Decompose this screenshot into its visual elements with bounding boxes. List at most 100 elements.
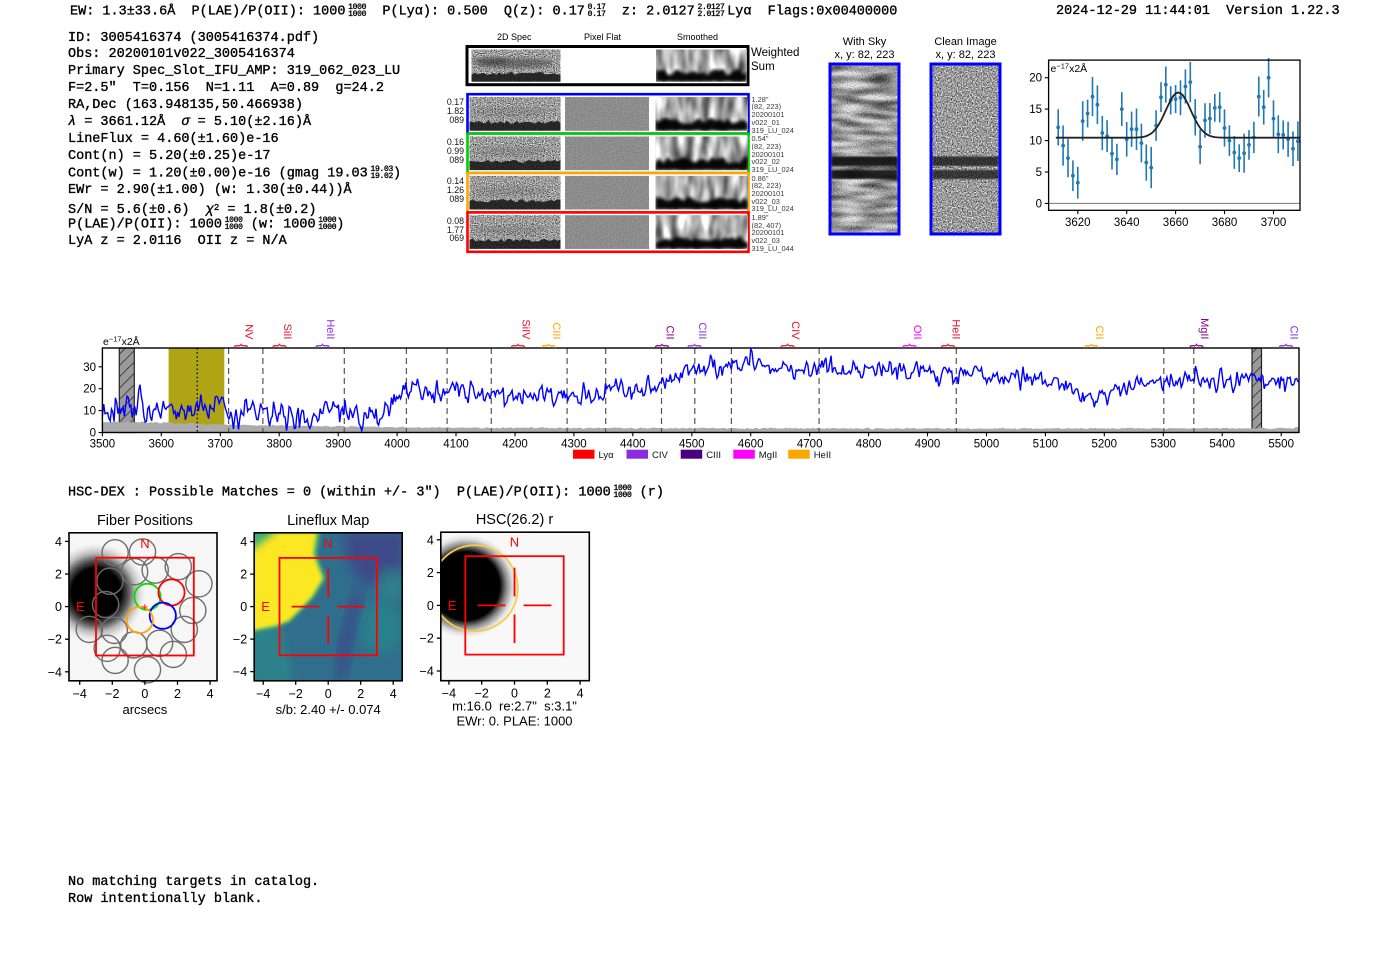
svg-text:−4: −4: [48, 665, 62, 679]
svg-text:3800: 3800: [266, 439, 292, 451]
svg-text:E: E: [261, 599, 270, 614]
svg-text:{: {: [686, 343, 702, 348]
svg-text:{: {: [1189, 343, 1205, 348]
svg-text:CII: CII: [1093, 325, 1105, 339]
svg-text:−2: −2: [289, 687, 303, 701]
svg-text:10: 10: [1029, 136, 1042, 148]
svg-text:−4: −4: [233, 665, 247, 679]
svg-text:HeII: HeII: [950, 319, 962, 339]
svg-text:5500: 5500: [1268, 439, 1294, 451]
svg-text:−2: −2: [233, 633, 247, 647]
svg-text:0: 0: [141, 687, 148, 701]
svg-text:{: {: [510, 343, 526, 348]
svg-text:2: 2: [174, 687, 181, 701]
svg-text:HeII: HeII: [324, 319, 336, 339]
svg-text:e−17x2Å: e−17x2Å: [1051, 62, 1088, 76]
svg-text:0: 0: [90, 428, 96, 440]
svg-text:4800: 4800: [856, 439, 882, 451]
svg-text:CIII: CIII: [696, 322, 708, 339]
svg-text:4100: 4100: [443, 439, 469, 451]
svg-text:e−17x2Å: e−17x2Å: [103, 335, 140, 349]
svg-text:3500: 3500: [90, 439, 116, 451]
svg-text:{: {: [1278, 343, 1294, 348]
svg-text:−4: −4: [256, 687, 270, 701]
svg-text:0: 0: [427, 599, 434, 613]
svg-text:m:16.0 re:2.7" s:3.1": m:16.0 re:2.7" s:3.1": [452, 699, 577, 714]
svg-text:N: N: [140, 536, 149, 551]
svg-text:CIII: CIII: [706, 450, 721, 461]
svg-text:4: 4: [207, 687, 214, 701]
svg-text:HSC(26.2) r: HSC(26.2) r: [476, 512, 554, 528]
svg-text:3600: 3600: [149, 439, 175, 451]
svg-text:3700: 3700: [1261, 217, 1287, 229]
svg-text:4500: 4500: [679, 439, 705, 451]
svg-text:+: +: [142, 602, 148, 614]
svg-text:4400: 4400: [620, 439, 646, 451]
svg-text:20: 20: [1029, 73, 1042, 85]
svg-text:5000: 5000: [974, 439, 1000, 451]
svg-text:−2: −2: [105, 687, 119, 701]
svg-text:30: 30: [83, 362, 96, 374]
svg-text:2: 2: [240, 568, 247, 582]
svg-text:4300: 4300: [561, 439, 587, 451]
svg-text:5100: 5100: [1033, 439, 1059, 451]
svg-text:HeII: HeII: [814, 450, 831, 461]
svg-text:20: 20: [83, 384, 96, 396]
svg-text:3660: 3660: [1163, 217, 1189, 229]
svg-text:4700: 4700: [797, 439, 823, 451]
svg-text:3900: 3900: [325, 439, 351, 451]
svg-text:4: 4: [577, 687, 584, 701]
svg-text:{: {: [541, 343, 557, 348]
svg-text:−4: −4: [420, 665, 434, 679]
svg-text:2: 2: [427, 566, 434, 580]
svg-text:10: 10: [83, 406, 96, 418]
svg-text:4600: 4600: [738, 439, 764, 451]
svg-text:−4: −4: [73, 687, 87, 701]
svg-text:5300: 5300: [1151, 439, 1177, 451]
svg-text:5400: 5400: [1209, 439, 1235, 451]
svg-text:{: {: [902, 343, 918, 348]
svg-text:{: {: [1084, 343, 1100, 348]
svg-text:arcsecs: arcsecs: [123, 702, 168, 717]
svg-text:4900: 4900: [915, 439, 941, 451]
svg-text:4000: 4000: [384, 439, 410, 451]
svg-text:2: 2: [55, 568, 62, 582]
svg-text:N: N: [510, 534, 519, 549]
svg-text:−2: −2: [420, 632, 434, 646]
svg-text:CIV: CIV: [789, 321, 801, 340]
svg-text:4: 4: [427, 533, 434, 547]
svg-text:N: N: [324, 536, 333, 551]
svg-text:4: 4: [390, 687, 397, 701]
svg-text:CII: CII: [1287, 325, 1299, 339]
svg-text:15: 15: [1029, 104, 1042, 116]
svg-text:4: 4: [240, 535, 247, 549]
svg-text:E: E: [448, 598, 457, 613]
svg-text:3700: 3700: [208, 439, 234, 451]
svg-text:E: E: [76, 599, 85, 614]
svg-text:NV: NV: [242, 324, 254, 340]
svg-text:MgII: MgII: [759, 450, 777, 461]
svg-text:4200: 4200: [502, 439, 528, 451]
svg-text:Lyα: Lyα: [599, 450, 615, 461]
svg-text:{: {: [940, 343, 956, 348]
svg-text:3680: 3680: [1212, 217, 1238, 229]
svg-text:−2: −2: [48, 633, 62, 647]
svg-text:3640: 3640: [1114, 217, 1140, 229]
svg-text:0: 0: [240, 600, 247, 614]
svg-text:CIV: CIV: [652, 450, 669, 461]
svg-text:0: 0: [325, 687, 332, 701]
svg-text:CII: CII: [663, 325, 675, 339]
svg-text:SiIV: SiIV: [520, 319, 532, 340]
svg-text:3620: 3620: [1065, 217, 1091, 229]
svg-text:0: 0: [1036, 198, 1042, 210]
svg-text:Fiber Positions: Fiber Positions: [97, 513, 193, 529]
svg-text:s/b: 2.40 +/- 0.074: s/b: 2.40 +/- 0.074: [276, 702, 381, 717]
svg-text:0: 0: [55, 600, 62, 614]
svg-text:CIII: CIII: [550, 322, 562, 339]
svg-text:OII: OII: [911, 325, 923, 340]
svg-text:MgII: MgII: [1198, 318, 1210, 339]
svg-text:SiII: SiII: [281, 324, 293, 340]
svg-text:5200: 5200: [1092, 439, 1118, 451]
svg-text:{: {: [654, 343, 670, 348]
svg-text:4: 4: [55, 535, 62, 549]
